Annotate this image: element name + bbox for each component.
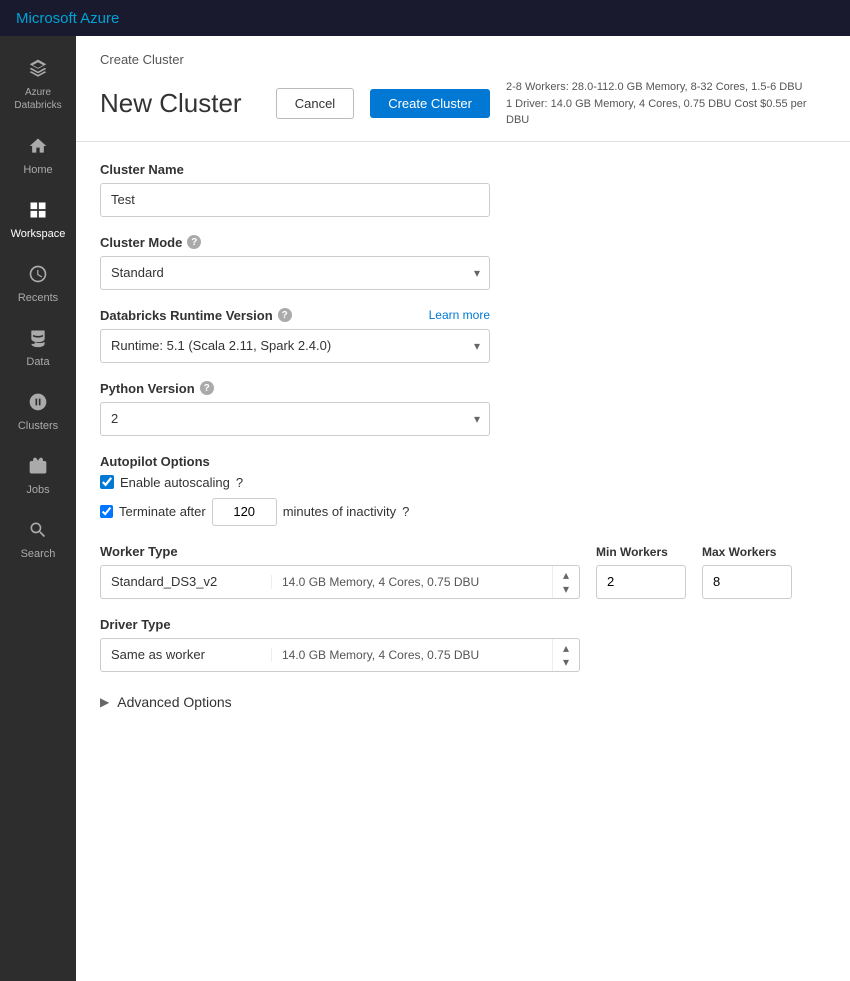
worker-type-label: Worker Type	[100, 544, 580, 559]
terminate-minutes-input[interactable]	[212, 498, 277, 526]
runtime-label: Databricks Runtime Version ?	[100, 308, 292, 323]
cancel-button[interactable]: Cancel	[276, 88, 354, 119]
home-icon	[24, 132, 52, 160]
sidebar-label-jobs: Jobs	[26, 484, 49, 496]
recents-icon	[24, 260, 52, 288]
python-version-label: Python Version ?	[100, 381, 826, 396]
min-workers-section: Min Workers	[596, 545, 686, 599]
sidebar-label-workspace: Workspace	[11, 228, 66, 240]
sidebar-item-data[interactable]: Data	[0, 314, 76, 378]
brand-name: Microsoft Azure	[16, 10, 119, 27]
cluster-name-input[interactable]	[100, 183, 490, 217]
runtime-select-wrap: Runtime: 5.1 (Scala 2.11, Spark 2.4.0) ▾	[100, 329, 490, 363]
cluster-mode-help-icon[interactable]: ?	[187, 235, 201, 249]
advanced-options-label: Advanced Options	[117, 694, 231, 710]
cluster-name-heading: New Cluster	[100, 88, 260, 119]
advanced-chevron-icon: ▶	[100, 695, 109, 709]
runtime-select[interactable]: Runtime: 5.1 (Scala 2.11, Spark 2.4.0)	[100, 329, 490, 363]
python-select-wrap: 2 3 ▾	[100, 402, 490, 436]
enable-autoscaling-checkbox[interactable]	[100, 475, 114, 489]
runtime-learn-more-link[interactable]: Learn more	[429, 308, 490, 322]
sidebar-item-home[interactable]: Home	[0, 122, 76, 186]
sidebar-label-recents: Recents	[18, 292, 58, 304]
sidebar-item-search[interactable]: Search	[0, 506, 76, 570]
data-icon	[24, 324, 52, 352]
driver-type-arrow-icon[interactable]: ▴▾	[552, 639, 579, 671]
cluster-info-line2: 1 Driver: 14.0 GB Memory, 4 Cores, 0.75 …	[506, 96, 826, 129]
terminate-suffix-label: minutes of inactivity	[283, 504, 396, 519]
cluster-mode-select[interactable]: Standard High Concurrency Single Node	[100, 256, 490, 290]
search-icon	[24, 516, 52, 544]
autoscaling-row: Enable autoscaling ?	[100, 475, 826, 490]
worker-type-arrow-icon[interactable]: ▴▾	[552, 566, 579, 598]
min-workers-label: Min Workers	[596, 545, 686, 559]
topbar: Microsoft Azure	[0, 0, 850, 36]
runtime-help-icon[interactable]: ?	[278, 308, 292, 322]
sidebar-item-recents[interactable]: Recents	[0, 250, 76, 314]
cluster-header: New Cluster Cancel Create Cluster 2-8 Wo…	[100, 79, 826, 129]
jobs-icon	[24, 452, 52, 480]
cluster-info-line1: 2-8 Workers: 28.0-112.0 GB Memory, 8-32 …	[506, 79, 826, 96]
main-content: Create Cluster New Cluster Cancel Create…	[76, 36, 850, 981]
cluster-mode-group: Cluster Mode ? Standard High Concurrency…	[100, 235, 826, 290]
cluster-name-group: Cluster Name	[100, 162, 826, 217]
cluster-name-label: Cluster Name	[100, 162, 826, 177]
terminate-prefix-label: Terminate after	[119, 504, 206, 519]
advanced-options-toggle[interactable]: ▶ Advanced Options	[100, 690, 826, 714]
max-workers-label: Max Workers	[702, 545, 792, 559]
python-version-group: Python Version ? 2 3 ▾	[100, 381, 826, 436]
worker-type-details: 14.0 GB Memory, 4 Cores, 0.75 DBU	[271, 575, 552, 589]
autopilot-label: Autopilot Options	[100, 454, 826, 469]
worker-type-group: Worker Type Standard_DS3_v2 14.0 GB Memo…	[100, 544, 826, 599]
sidebar-label-home: Home	[23, 164, 52, 176]
runtime-label-row: Databricks Runtime Version ? Learn more	[100, 308, 490, 323]
worker-type-select-wrap[interactable]: Standard_DS3_v2 14.0 GB Memory, 4 Cores,…	[100, 565, 580, 599]
workspace-icon	[24, 196, 52, 224]
autopilot-group: Autopilot Options Enable autoscaling ? T…	[100, 454, 826, 526]
sidebar-label-clusters: Clusters	[18, 420, 58, 432]
cluster-info: 2-8 Workers: 28.0-112.0 GB Memory, 8-32 …	[506, 79, 826, 129]
terminate-row: Terminate after minutes of inactivity ?	[100, 498, 826, 526]
python-version-select[interactable]: 2 3	[100, 402, 490, 436]
sidebar-label-data: Data	[26, 356, 49, 368]
sidebar-item-azure-databricks[interactable]: AzureDatabricks	[0, 44, 76, 122]
worker-type-name: Standard_DS3_v2	[101, 574, 271, 589]
sidebar: AzureDatabricks Home Workspace Recents	[0, 36, 76, 981]
sidebar-label-search: Search	[21, 548, 56, 560]
sidebar-item-clusters[interactable]: Clusters	[0, 378, 76, 442]
min-workers-input[interactable]	[596, 565, 686, 599]
python-help-icon[interactable]: ?	[200, 381, 214, 395]
terminate-help-icon[interactable]: ?	[402, 504, 409, 519]
driver-type-name: Same as worker	[101, 647, 271, 662]
cluster-mode-label: Cluster Mode ?	[100, 235, 826, 250]
runtime-group: Databricks Runtime Version ? Learn more …	[100, 308, 826, 363]
driver-type-group: Driver Type Same as worker 14.0 GB Memor…	[100, 617, 826, 672]
max-workers-input[interactable]	[702, 565, 792, 599]
terminate-checkbox[interactable]	[100, 505, 113, 518]
clusters-icon	[24, 388, 52, 416]
page-header: Create Cluster New Cluster Cancel Create…	[76, 36, 850, 142]
form-content: Cluster Name Cluster Mode ? Standard Hig…	[76, 142, 850, 734]
create-cluster-button[interactable]: Create Cluster	[370, 89, 490, 118]
driver-type-label: Driver Type	[100, 617, 826, 632]
driver-type-select-wrap[interactable]: Same as worker 14.0 GB Memory, 4 Cores, …	[100, 638, 580, 672]
max-workers-section: Max Workers	[702, 545, 792, 599]
driver-type-details: 14.0 GB Memory, 4 Cores, 0.75 DBU	[271, 648, 552, 662]
autoscaling-help-icon[interactable]: ?	[236, 475, 243, 490]
cluster-mode-select-wrap: Standard High Concurrency Single Node ▾	[100, 256, 490, 290]
databricks-icon	[24, 54, 52, 82]
autoscaling-label: Enable autoscaling	[120, 475, 230, 490]
page-title: Create Cluster	[100, 52, 826, 67]
sidebar-item-jobs[interactable]: Jobs	[0, 442, 76, 506]
worker-type-section: Worker Type Standard_DS3_v2 14.0 GB Memo…	[100, 544, 580, 599]
sidebar-label-databricks: AzureDatabricks	[14, 86, 61, 112]
sidebar-item-workspace[interactable]: Workspace	[0, 186, 76, 250]
